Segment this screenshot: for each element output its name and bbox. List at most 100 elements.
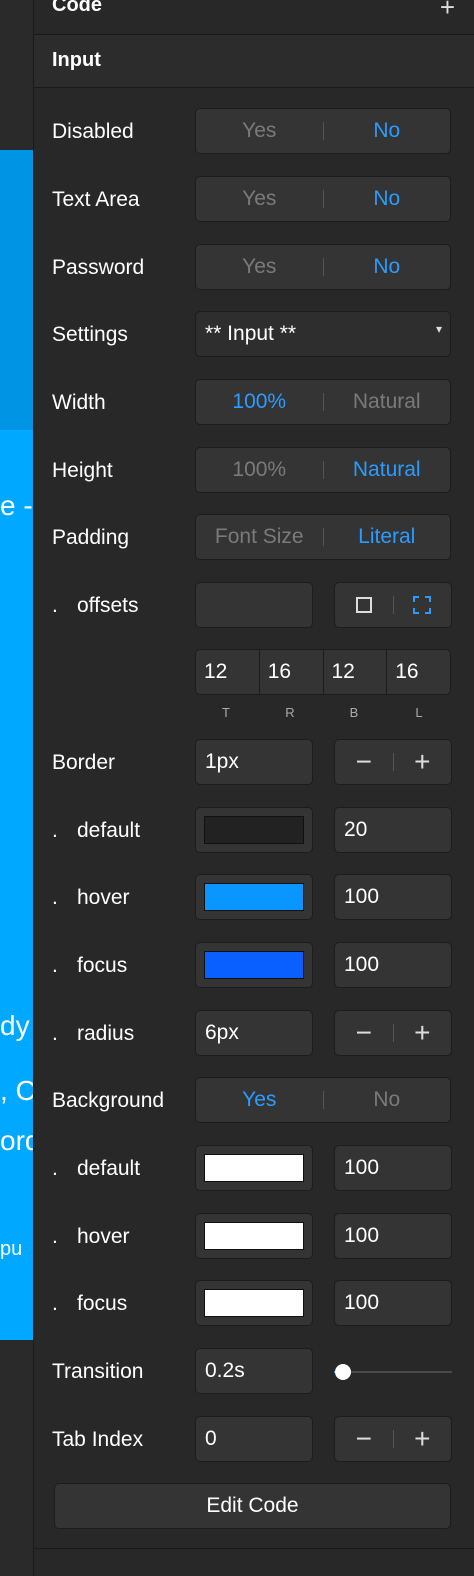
canvas-text-fragment: e - (0, 490, 33, 521)
bg-focus-label: . focus (52, 1292, 128, 1315)
disabled-toggle: Yes No (195, 108, 451, 154)
width-toggle: 100% Natural (195, 379, 451, 425)
caret-down-icon: ▾ (435, 322, 442, 336)
tab-index-stepper: − + (334, 1416, 452, 1462)
border-default-opacity[interactable]: 20 (334, 807, 452, 853)
padding-toggle: Font Size Literal (195, 514, 451, 560)
canvas-preview: e - dy , C ord pu (0, 150, 33, 1340)
code-section-title: Code (52, 0, 102, 16)
settings-label: Settings (52, 323, 128, 346)
height-100-option[interactable]: 100% (196, 458, 323, 482)
padding-literal-option[interactable]: Literal (324, 525, 451, 549)
panel-divider (34, 1548, 474, 1549)
background-label: Background (52, 1089, 165, 1112)
color-swatch (204, 1154, 304, 1182)
width-label: Width (52, 391, 106, 414)
bg-default-label: . default (52, 1157, 141, 1180)
password-yes-option[interactable]: Yes (196, 255, 323, 279)
border-default-label: . default (52, 819, 141, 842)
offsets-mode-toggle (334, 582, 452, 628)
canvas-text-fragment: ord (0, 1125, 33, 1156)
height-toggle: 100% Natural (195, 447, 451, 493)
text-area-yes-option[interactable]: Yes (196, 187, 323, 211)
color-swatch (204, 883, 304, 911)
password-label: Password (52, 256, 145, 279)
settings-select[interactable]: ** Input ** ▾ (195, 311, 451, 357)
bg-default-color[interactable] (195, 1145, 313, 1191)
slider-handle[interactable] (335, 1364, 352, 1380)
radius-stepper: − + (334, 1010, 452, 1056)
text-area-no-option[interactable]: No (324, 187, 451, 211)
disabled-label: Disabled (52, 120, 134, 143)
minus-icon[interactable]: − (335, 1425, 393, 1453)
plus-icon[interactable]: + (394, 1425, 452, 1453)
padding-label: Padding (52, 526, 130, 549)
border-stepper: − + (334, 739, 452, 785)
bg-hover-opacity[interactable]: 100 (334, 1213, 452, 1259)
text-area-label: Text Area (52, 188, 140, 211)
plus-icon[interactable]: + (394, 748, 452, 776)
offset-right-input[interactable]: 16 (260, 650, 324, 694)
border-width-input[interactable]: 1px (195, 739, 313, 785)
height-label: Height (52, 459, 113, 482)
height-natural-option[interactable]: Natural (324, 458, 451, 482)
input-section-header[interactable]: Input (34, 35, 474, 88)
canvas-header-band (0, 150, 33, 430)
offset-left-tick: L (415, 705, 423, 720)
plus-icon[interactable]: + (394, 1019, 452, 1047)
padding-font-size-option[interactable]: Font Size (196, 525, 323, 549)
offsets-values: 12 16 12 16 (195, 649, 451, 695)
disabled-no-option[interactable]: No (324, 119, 451, 143)
offsets-uniform-option[interactable] (335, 597, 393, 613)
border-default-color[interactable] (195, 807, 313, 853)
border-focus-label: . focus (52, 954, 128, 977)
border-hover-label: . hover (52, 886, 130, 909)
corners-icon (413, 596, 432, 614)
disabled-yes-option[interactable]: Yes (196, 119, 323, 143)
border-hover-color[interactable] (195, 874, 313, 920)
offset-top-input[interactable]: 12 (196, 650, 260, 694)
border-hover-opacity[interactable]: 100 (334, 874, 452, 920)
bg-focus-color[interactable] (195, 1280, 313, 1326)
square-icon (355, 597, 372, 613)
color-swatch (204, 1289, 304, 1317)
border-label: Border (52, 751, 116, 774)
background-yes-option[interactable]: Yes (196, 1088, 323, 1112)
border-focus-color[interactable] (195, 942, 313, 988)
tab-index-input[interactable]: 0 (195, 1416, 313, 1462)
offsets-field[interactable] (195, 582, 313, 628)
canvas-text-fragment: dy (0, 1010, 30, 1041)
background-toggle: Yes No (195, 1077, 451, 1123)
edit-code-button[interactable]: Edit Code (54, 1483, 451, 1529)
password-toggle: Yes No (195, 244, 451, 290)
border-focus-opacity[interactable]: 100 (334, 942, 452, 988)
settings-select-value: ** Input ** (205, 322, 297, 345)
password-no-option[interactable]: No (324, 255, 451, 279)
color-swatch (204, 816, 304, 844)
radius-label: . radius (52, 1022, 135, 1045)
background-no-option[interactable]: No (324, 1088, 451, 1112)
transition-slider[interactable] (334, 1364, 452, 1380)
tab-index-label: Tab Index (52, 1428, 144, 1451)
properties-panel: Code + Input Disabled Yes No Text Area Y… (33, 0, 474, 1576)
text-area-toggle: Yes No (195, 176, 451, 222)
offsets-individual-option[interactable] (394, 596, 452, 614)
offset-bottom-input[interactable]: 12 (324, 650, 388, 694)
width-natural-option[interactable]: Natural (324, 390, 451, 414)
bg-hover-label: . hover (52, 1225, 130, 1248)
radius-input[interactable]: 6px (195, 1010, 313, 1056)
plus-icon[interactable]: + (440, 0, 455, 23)
input-section-title: Input (52, 49, 101, 71)
minus-icon[interactable]: − (335, 1019, 393, 1047)
bg-focus-opacity[interactable]: 100 (334, 1280, 452, 1326)
width-100-option[interactable]: 100% (196, 390, 323, 414)
transition-input[interactable]: 0.2s (195, 1348, 313, 1394)
offset-left-input[interactable]: 16 (387, 650, 450, 694)
minus-icon[interactable]: − (335, 748, 393, 776)
offset-top-tick: T (222, 705, 230, 720)
code-section-header[interactable]: Code + (34, 0, 474, 35)
offset-right-tick: R (285, 705, 295, 720)
bg-hover-color[interactable] (195, 1213, 313, 1259)
bg-default-opacity[interactable]: 100 (334, 1145, 452, 1191)
canvas-text-fragment: pu (0, 1238, 23, 1260)
